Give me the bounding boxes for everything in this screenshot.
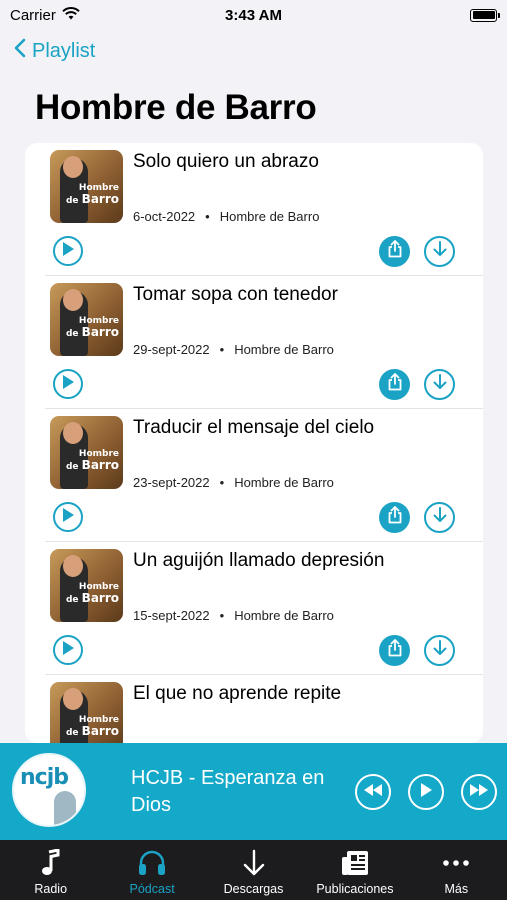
- share-button[interactable]: [379, 369, 410, 400]
- tab-label: Radio: [34, 882, 68, 896]
- carrier-label: Carrier: [10, 6, 56, 24]
- share-icon: [387, 506, 403, 529]
- episode-thumbnail: Hombre de Barro: [50, 549, 123, 622]
- back-button[interactable]: Playlist: [14, 38, 95, 64]
- episode-date: 23-sept-2022: [133, 475, 210, 490]
- battery-icon: [470, 8, 500, 22]
- share-icon: [387, 639, 403, 662]
- now-playing-title: HCJB - Esperanza en Dios: [131, 767, 325, 816]
- download-arrow-icon: [242, 847, 266, 879]
- play-pause-button[interactable]: [408, 774, 444, 810]
- play-button[interactable]: [53, 635, 83, 665]
- newspaper-icon: [340, 847, 370, 879]
- episode-row[interactable]: Hombre de Barro Un aguijón llamado depres…: [45, 542, 483, 675]
- episode-show: Hombre de Barro: [234, 608, 334, 623]
- episode-meta: 15-sept-2022 • Hombre de Barro: [133, 608, 334, 623]
- fast-forward-icon: [469, 783, 489, 802]
- share-icon: [387, 240, 403, 263]
- episode-row[interactable]: Hombre de Barro Tomar sopa con tenedor 29…: [45, 276, 483, 409]
- download-button[interactable]: [424, 369, 455, 400]
- episode-list: Hombre de Barro Solo quiero un abrazo 6-o…: [25, 143, 483, 743]
- episode-meta: 29-sept-2022 • Hombre de Barro: [133, 342, 334, 357]
- status-bar: Carrier 3:43 AM: [0, 0, 507, 30]
- episode-title: El que no aprende repite: [133, 683, 342, 704]
- episode-thumbnail: Hombre de Barro: [50, 283, 123, 356]
- tab-label: Más: [444, 882, 469, 896]
- episode-thumbnail: Hombre de Barro: [50, 682, 123, 743]
- fast-forward-button[interactable]: [461, 774, 497, 810]
- play-button[interactable]: [53, 236, 83, 266]
- episode-date: 6-oct-2022: [133, 209, 196, 224]
- wifi-icon: [62, 6, 80, 24]
- episode-show: Hombre de Barro: [234, 475, 334, 490]
- tab-label: Pódcast: [129, 882, 175, 896]
- download-arrow-icon: [432, 373, 448, 396]
- episode-title: Un aguijón llamado depresión: [133, 550, 385, 571]
- tab-radio[interactable]: Radio: [0, 840, 101, 900]
- share-button[interactable]: [379, 236, 410, 267]
- share-button[interactable]: [379, 502, 410, 533]
- music-note-icon: [41, 847, 61, 879]
- download-arrow-icon: [432, 506, 448, 529]
- episode-row[interactable]: Hombre de Barro Traducir el mensaje del c…: [45, 409, 483, 542]
- episode-show: Hombre de Barro: [219, 209, 320, 224]
- episode-date: 29-sept-2022: [133, 342, 210, 357]
- episode-title: Solo quiero un abrazo: [133, 151, 319, 172]
- download-button[interactable]: [424, 635, 455, 666]
- tab-downloads[interactable]: Descargas: [203, 840, 304, 900]
- episode-thumbnail: Hombre de Barro: [50, 150, 123, 223]
- download-button[interactable]: [424, 236, 455, 267]
- rewind-button[interactable]: [355, 774, 391, 810]
- tab-more[interactable]: Más: [406, 840, 507, 900]
- tab-bar: Radio Pódcast Descargas Publicaciones Má…: [0, 840, 507, 900]
- tab-label: Publicaciones: [316, 882, 394, 896]
- page-title: Hombre de Barro: [35, 88, 317, 127]
- share-icon: [387, 373, 403, 396]
- back-label: Playlist: [32, 39, 96, 62]
- play-button[interactable]: [53, 502, 83, 532]
- episode-show: Hombre de Barro: [234, 342, 334, 357]
- download-arrow-icon: [432, 240, 448, 263]
- download-arrow-icon: [432, 639, 448, 662]
- episode-row[interactable]: Hombre de Barro Solo quiero un abrazo 6-o…: [45, 143, 483, 276]
- play-icon: [61, 241, 75, 262]
- station-logo: ncjb: [20, 765, 69, 790]
- status-left: Carrier: [10, 7, 80, 24]
- tab-podcast[interactable]: Pódcast: [101, 840, 202, 900]
- rewind-icon: [363, 783, 383, 802]
- episode-thumbnail: Hombre de Barro: [50, 416, 123, 489]
- more-dots-icon: [442, 847, 470, 879]
- episode-meta: 6-oct-2022 • Hombre de Barro: [133, 209, 320, 224]
- tab-label: Descargas: [223, 882, 284, 896]
- chevron-left-icon: [14, 38, 26, 64]
- episode-title: Traducir el mensaje del cielo: [133, 417, 375, 438]
- headphones-icon: [137, 847, 167, 879]
- play-icon: [61, 507, 75, 528]
- play-icon: [61, 640, 75, 661]
- play-icon: [419, 782, 433, 803]
- station-artwork: ncjb: [12, 753, 86, 827]
- episode-meta: 23-sept-2022 • Hombre de Barro: [133, 475, 334, 490]
- tab-publications[interactable]: Publicaciones: [304, 840, 405, 900]
- share-button[interactable]: [379, 635, 410, 666]
- episode-row[interactable]: Hombre de Barro El que no aprende repite: [45, 675, 483, 743]
- download-button[interactable]: [424, 502, 455, 533]
- episode-title: Tomar sopa con tenedor: [133, 284, 338, 305]
- play-button[interactable]: [53, 369, 83, 399]
- episode-date: 15-sept-2022: [133, 608, 210, 623]
- play-icon: [61, 374, 75, 395]
- now-playing-bar[interactable]: ncjb HCJB - Esperanza en Dios: [0, 743, 507, 840]
